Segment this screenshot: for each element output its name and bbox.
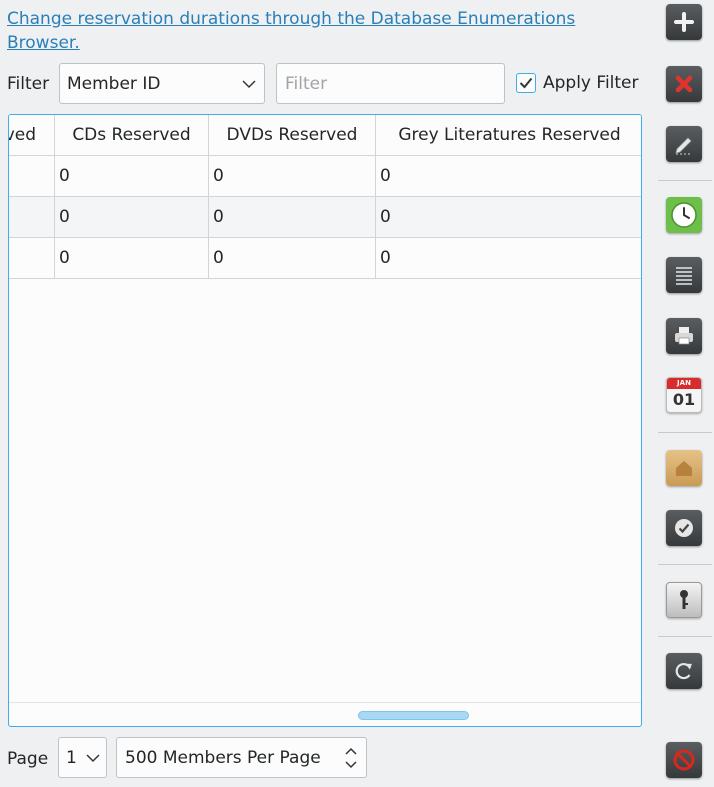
edit-button[interactable] <box>666 126 702 162</box>
table-row[interactable]: 0 0 0 <box>9 156 641 197</box>
clock-icon <box>671 202 697 228</box>
add-icon <box>674 12 694 32</box>
apply-filter-label: Apply Filter <box>543 73 639 93</box>
up-down-arrows-icon[interactable] <box>344 746 358 770</box>
add-button[interactable] <box>666 4 702 40</box>
delete-button[interactable] <box>666 66 702 102</box>
scrollbar-thumb[interactable] <box>358 711 469 720</box>
table-cell[interactable] <box>9 156 55 196</box>
checkbox-box[interactable] <box>516 73 536 93</box>
right-toolbar: JAN 01 <box>656 0 714 787</box>
filter-field-select[interactable]: Member ID <box>59 63 265 104</box>
edit-icon <box>675 137 692 155</box>
table-cell[interactable]: 0 <box>209 197 376 237</box>
horizontal-scrollbar[interactable] <box>9 702 641 726</box>
cancel-icon <box>673 749 695 771</box>
table-header: ved CDs Reserved DVDs Reserved Grey Lite… <box>9 115 641 156</box>
apply-filter-checkbox[interactable]: Apply Filter <box>516 73 639 93</box>
check-icon <box>675 519 693 537</box>
chevron-down-icon <box>86 753 100 762</box>
column-header-grey-literatures[interactable]: Grey Literatures Reserved <box>376 115 641 155</box>
print-button[interactable] <box>666 318 702 354</box>
table-cell[interactable]: 0 <box>209 238 376 278</box>
calendar-icon: JAN 01 <box>667 378 701 412</box>
reservation-duration-button[interactable] <box>666 197 702 233</box>
checkmark-icon <box>519 77 533 89</box>
toolbar-separator <box>658 636 712 637</box>
delete-icon <box>675 75 693 93</box>
refresh-button[interactable] <box>666 653 702 689</box>
page-select[interactable]: 1 <box>58 737 107 778</box>
column-header-dvds[interactable]: DVDs Reserved <box>209 115 376 155</box>
print-icon <box>675 327 693 345</box>
table-cell[interactable]: 0 <box>55 156 209 196</box>
list-icon <box>676 267 692 285</box>
table-cell[interactable]: 0 <box>55 238 209 278</box>
key-button[interactable] <box>666 582 702 618</box>
home-folder-icon <box>676 461 692 476</box>
page-value: 1 <box>66 747 77 768</box>
home-folder-button[interactable] <box>666 450 702 486</box>
approve-button[interactable] <box>666 510 702 546</box>
page-label: Page <box>7 749 49 769</box>
table-cell[interactable]: 0 <box>55 197 209 237</box>
refresh-icon <box>675 663 692 680</box>
key-icon <box>680 590 688 609</box>
filter-input[interactable] <box>276 63 505 104</box>
table-row[interactable]: 0 0 0 <box>9 238 641 279</box>
toolbar-separator <box>658 180 712 181</box>
table-cell[interactable]: 0 <box>209 156 376 196</box>
list-button[interactable] <box>666 257 702 293</box>
column-header-cds[interactable]: CDs Reserved <box>55 115 209 155</box>
calendar-month: JAN <box>667 378 701 389</box>
cancel-button[interactable] <box>666 742 702 778</box>
toolbar-separator <box>658 564 712 565</box>
members-table[interactable]: ved CDs Reserved DVDs Reserved Grey Lite… <box>8 114 642 727</box>
calendar-day: 01 <box>672 390 696 409</box>
table-cell[interactable] <box>9 197 55 237</box>
per-page-spinbox[interactable]: 500 Members Per Page <box>116 737 367 778</box>
column-header[interactable]: ved <box>9 115 55 155</box>
table-cell[interactable] <box>9 238 55 278</box>
enumerations-browser-link[interactable]: Change reservation durations through the… <box>7 7 647 55</box>
filter-field-value: Member ID <box>67 73 161 94</box>
filter-label: Filter <box>7 74 50 94</box>
chevron-down-icon <box>242 79 256 88</box>
table-cell[interactable]: 0 <box>376 156 641 196</box>
table-cell[interactable]: 0 <box>376 238 641 278</box>
table-cell[interactable]: 0 <box>376 197 641 237</box>
per-page-value: 500 Members Per Page <box>125 747 321 768</box>
calendar-button[interactable]: JAN 01 <box>666 377 702 413</box>
toolbar-separator <box>658 432 712 433</box>
table-row[interactable]: 0 0 0 <box>9 197 641 238</box>
